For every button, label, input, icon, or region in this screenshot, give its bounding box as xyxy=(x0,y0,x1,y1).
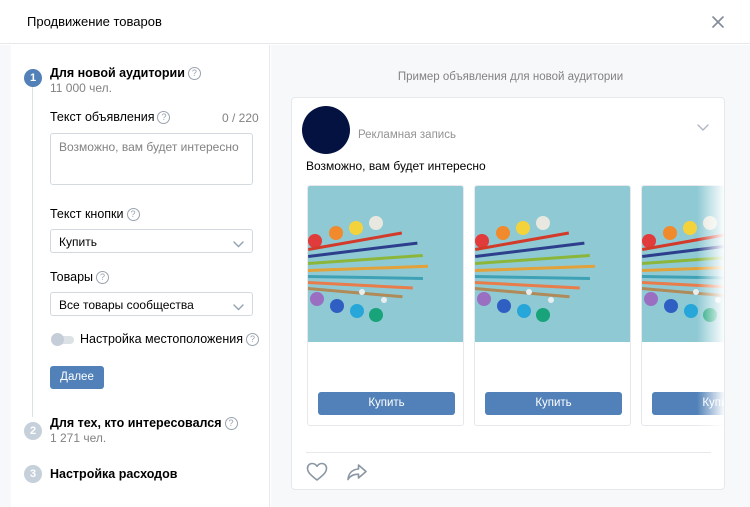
ad-text-label-text: Текст объявления xyxy=(50,110,155,124)
location-label-text: Настройка местоположения xyxy=(80,332,244,346)
step-title-budget: Настройка расходов xyxy=(50,467,178,481)
ad-text-counter: 0 / 220 xyxy=(222,111,259,125)
modal-header: Продвижение товаров xyxy=(0,0,750,44)
preview-caption: Пример объявления для новой аудитории xyxy=(397,71,624,83)
buy-button[interactable]: Купить xyxy=(485,392,622,415)
product-card: Купить xyxy=(307,185,464,426)
button-text-value: Купить xyxy=(59,235,97,249)
step-title-new-audience: Для новой аудитории? xyxy=(50,66,201,80)
product-carousel: Купить Купить Купить xyxy=(307,185,724,427)
close-icon[interactable] xyxy=(707,11,729,33)
help-icon[interactable]: ? xyxy=(126,208,140,221)
products-label-text: Товары xyxy=(50,270,93,284)
products-select[interactable]: Все товары сообщества xyxy=(50,292,253,316)
help-icon[interactable]: ? xyxy=(246,333,260,346)
next-button[interactable]: Далее xyxy=(50,366,104,389)
step-number-3: 3 xyxy=(24,465,42,483)
product-card: Купить xyxy=(474,185,631,426)
ad-text-input[interactable]: Возможно, вам будет интересно xyxy=(50,133,253,185)
product-photo xyxy=(308,186,463,342)
toggle-knob xyxy=(51,333,64,346)
step-connector xyxy=(32,87,33,417)
share-icon[interactable] xyxy=(346,462,368,487)
help-icon[interactable]: ? xyxy=(187,67,201,80)
help-icon[interactable]: ? xyxy=(157,111,171,124)
button-text-select[interactable]: Купить xyxy=(50,229,253,253)
step-title-text: Для новой аудитории xyxy=(50,66,185,80)
help-icon[interactable]: ? xyxy=(96,271,109,284)
help-icon[interactable]: ? xyxy=(224,417,238,430)
step-audience-count: 1 271 чел. xyxy=(50,431,107,445)
promotion-modal: Продвижение товаров 1 Для новой аудитори… xyxy=(0,0,750,507)
step-audience-count: 11 000 чел. xyxy=(50,81,113,95)
chevron-down-icon xyxy=(233,237,244,251)
modal-title: Продвижение товаров xyxy=(27,14,162,29)
post-text: Возможно, вам будет интересно xyxy=(306,159,486,173)
location-toggle[interactable] xyxy=(51,333,74,346)
button-text-label: Текст кнопки? xyxy=(50,207,140,221)
avatar xyxy=(302,106,350,154)
like-icon[interactable] xyxy=(306,462,328,487)
preview-panel: Пример объявления для новой аудитории Ре… xyxy=(271,45,750,507)
button-text-label-text: Текст кнопки xyxy=(50,207,124,221)
products-value: Все товары сообщества xyxy=(59,298,194,312)
product-photo xyxy=(475,186,630,342)
location-label: Настройка местоположения? xyxy=(80,332,260,346)
step-title-text: Для тех, кто интересовался xyxy=(50,416,222,430)
step-title-interested: Для тех, кто интересовался? xyxy=(50,416,238,430)
buy-button[interactable]: Купить xyxy=(318,392,455,415)
chevron-down-icon[interactable] xyxy=(697,119,709,137)
ad-label: Рекламная запись xyxy=(358,129,456,141)
step-number-1: 1 xyxy=(24,69,42,87)
settings-panel: 1 Для новой аудитории? 11 000 чел. Текст… xyxy=(11,45,270,507)
ad-text-label: Текст объявления? xyxy=(50,110,171,124)
ad-post-preview: Рекламная запись Возможно, вам будет инт… xyxy=(291,97,725,490)
left-gutter xyxy=(0,45,11,507)
step-number-2: 2 xyxy=(24,422,42,440)
products-label: Товары? xyxy=(50,270,109,284)
chevron-down-icon xyxy=(233,300,244,314)
actions-divider xyxy=(306,452,711,453)
carousel-fade xyxy=(697,185,724,427)
